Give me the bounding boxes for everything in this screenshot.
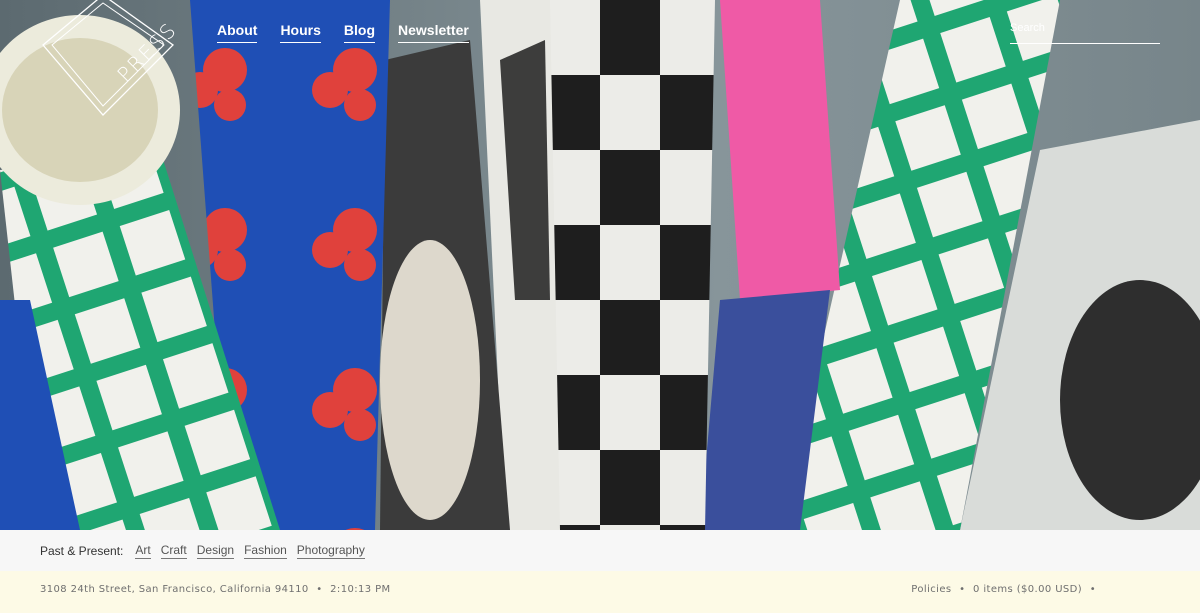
category-bar: Past & Present: Art Craft Design Fashion… [0, 530, 1200, 571]
category-link-art[interactable]: Art [135, 543, 151, 559]
category-bar-label: Past & Present: [40, 543, 124, 558]
nav-link-about[interactable]: About [217, 22, 258, 43]
separator: • [959, 584, 966, 595]
footer-info: 3108 24th Street, San Francisco, Califor… [40, 584, 391, 595]
search-box [1010, 18, 1160, 44]
search-input[interactable] [1010, 22, 1160, 34]
nav-link-hours[interactable]: Hours [280, 22, 321, 43]
current-time: 2:10:13 PM [330, 584, 391, 595]
footer-links: Policies • 0 items ($0.00 USD) • [911, 584, 1100, 595]
footer: 3108 24th Street, San Francisco, Califor… [0, 571, 1200, 613]
wrapping-paper-rolls-illustration [0, 0, 1200, 530]
separator: • [1089, 584, 1096, 595]
category-link-craft[interactable]: Craft [160, 543, 187, 559]
cart-link[interactable]: 0 items ($0.00 USD) [973, 584, 1082, 595]
nav-link-blog[interactable]: Blog [343, 22, 375, 43]
category-link-design[interactable]: Design [196, 543, 235, 559]
category-link-photography[interactable]: Photography [296, 543, 365, 559]
policies-link[interactable]: Policies [911, 584, 951, 595]
separator: • [316, 584, 323, 595]
category-link-fashion[interactable]: Fashion [244, 543, 287, 559]
store-address: 3108 24th Street, San Francisco, Califor… [40, 584, 309, 595]
main-nav: About Hours Blog Newsletter [217, 22, 492, 43]
logo-diamond-icon [42, 0, 175, 116]
hero-image [0, 0, 1200, 530]
press-logo[interactable]: PRESS [38, 0, 182, 120]
nav-link-newsletter[interactable]: Newsletter [398, 22, 469, 43]
